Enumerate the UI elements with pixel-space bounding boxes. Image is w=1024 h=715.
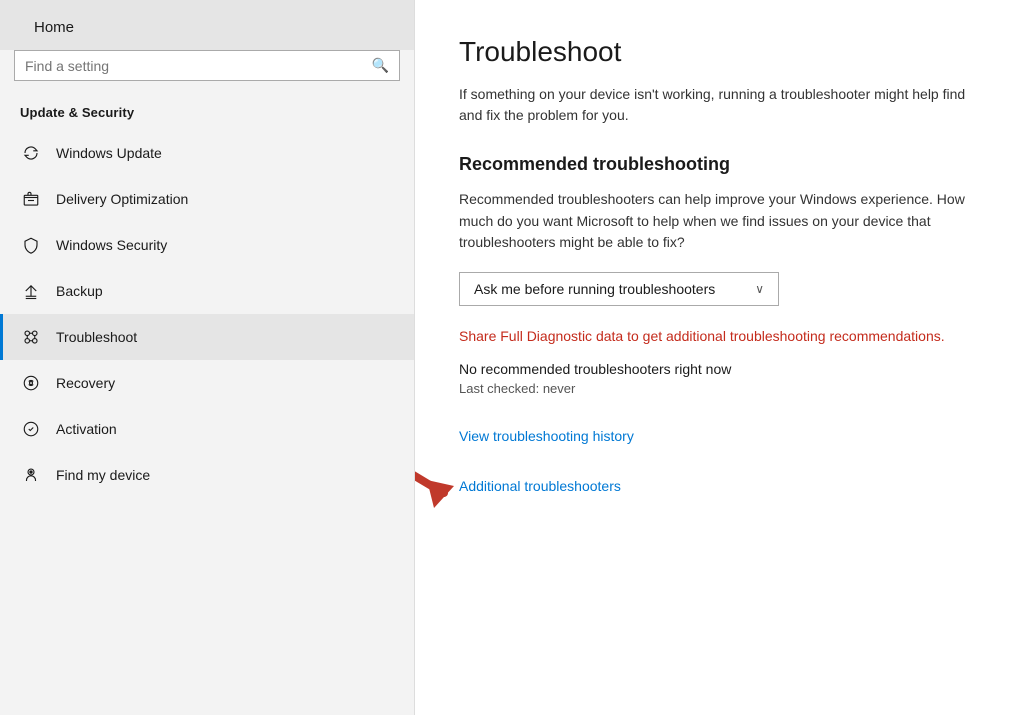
sidebar-label-security: Windows Security — [56, 237, 167, 253]
recommended-section-desc: Recommended troubleshooters can help imp… — [459, 189, 976, 254]
sidebar-item-windows-security[interactable]: Windows Security — [0, 222, 414, 268]
no-troubleshooters-text: No recommended troubleshooters right now — [459, 361, 976, 377]
activation-icon — [20, 418, 42, 440]
sidebar-item-windows-update[interactable]: Windows Update — [0, 130, 414, 176]
troubleshooter-dropdown[interactable]: Ask me before running troubleshooters ∨ — [459, 272, 779, 306]
sidebar-label-activation: Activation — [56, 421, 117, 437]
recovery-icon — [20, 372, 42, 394]
chevron-down-icon: ∨ — [755, 282, 764, 296]
sidebar-label-delivery: Delivery Optimization — [56, 191, 188, 207]
additional-troubleshooters-link[interactable]: Additional troubleshooters — [459, 478, 976, 494]
dropdown-value: Ask me before running troubleshooters — [474, 281, 715, 297]
sidebar-item-home[interactable]: Home — [0, 0, 414, 50]
recommended-section-title: Recommended troubleshooting — [459, 154, 976, 175]
sidebar-item-activation[interactable]: Activation — [0, 406, 414, 452]
sidebar-label-windows-update: Windows Update — [56, 145, 162, 161]
search-input[interactable] — [25, 58, 372, 74]
sidebar: Home 🔍 Update & Security Windows Update … — [0, 0, 415, 715]
sidebar-label-find-device: Find my device — [56, 467, 150, 483]
sidebar-item-recovery[interactable]: Recovery — [0, 360, 414, 406]
refresh-icon — [20, 142, 42, 164]
sidebar-item-troubleshoot[interactable]: Troubleshoot — [0, 314, 414, 360]
sidebar-item-find-my-device[interactable]: Find my device — [0, 452, 414, 498]
page-subtitle: If something on your device isn't workin… — [459, 84, 976, 126]
delivery-icon — [20, 188, 42, 210]
backup-icon — [20, 280, 42, 302]
last-checked-text: Last checked: never — [459, 381, 976, 396]
section-label: Update & Security — [0, 97, 414, 130]
sidebar-item-delivery-optimization[interactable]: Delivery Optimization — [0, 176, 414, 222]
search-icon[interactable]: 🔍 — [372, 57, 389, 74]
diagnostic-link[interactable]: Share Full Diagnostic data to get additi… — [459, 326, 976, 347]
find-device-icon — [20, 464, 42, 486]
home-label: Home — [34, 19, 74, 36]
troubleshoot-icon — [20, 326, 42, 348]
main-content: Troubleshoot If something on your device… — [415, 0, 1024, 715]
search-box[interactable]: 🔍 — [14, 50, 400, 81]
sidebar-label-backup: Backup — [56, 283, 103, 299]
view-history-link[interactable]: View troubleshooting history — [459, 428, 976, 444]
sidebar-label-recovery: Recovery — [56, 375, 115, 391]
sidebar-label-troubleshoot: Troubleshoot — [56, 329, 137, 345]
additional-section: Additional troubleshooters — [459, 468, 976, 494]
sidebar-item-backup[interactable]: Backup — [0, 268, 414, 314]
shield-icon — [20, 234, 42, 256]
page-title: Troubleshoot — [459, 36, 976, 68]
